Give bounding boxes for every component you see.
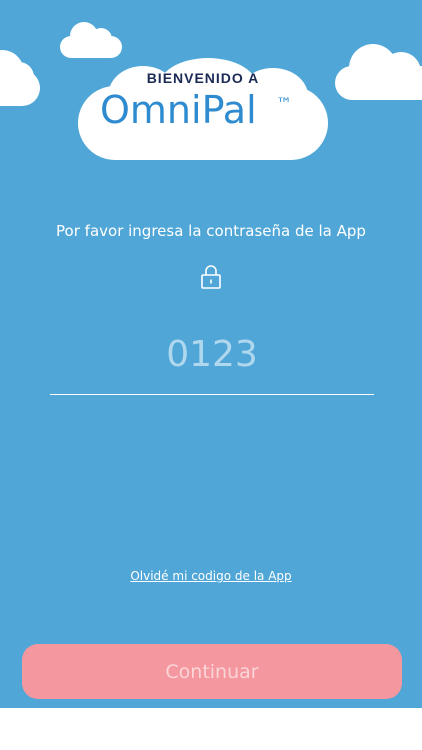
lock-icon [201,265,221,289]
app-password-input[interactable] [50,324,374,395]
login-screen: BIENVENIDO A OmniPal ™ Por favor ingresa… [0,0,422,708]
trademark-symbol: ™ [276,94,292,113]
forgot-code-link[interactable]: Olvidé mi codigo de la App [0,569,422,583]
omnipal-logo: BIENVENIDO A OmniPal ™ [78,58,328,160]
cloud-decoration [60,22,122,58]
brand-name: OmniPal [100,88,257,132]
password-prompt: Por favor ingresa la contraseña de la Ap… [56,222,366,240]
continue-button[interactable]: Continuar [22,644,402,699]
welcome-text: BIENVENIDO A [146,70,260,86]
cloud-decoration [0,50,40,106]
cloud-decoration [335,44,422,100]
